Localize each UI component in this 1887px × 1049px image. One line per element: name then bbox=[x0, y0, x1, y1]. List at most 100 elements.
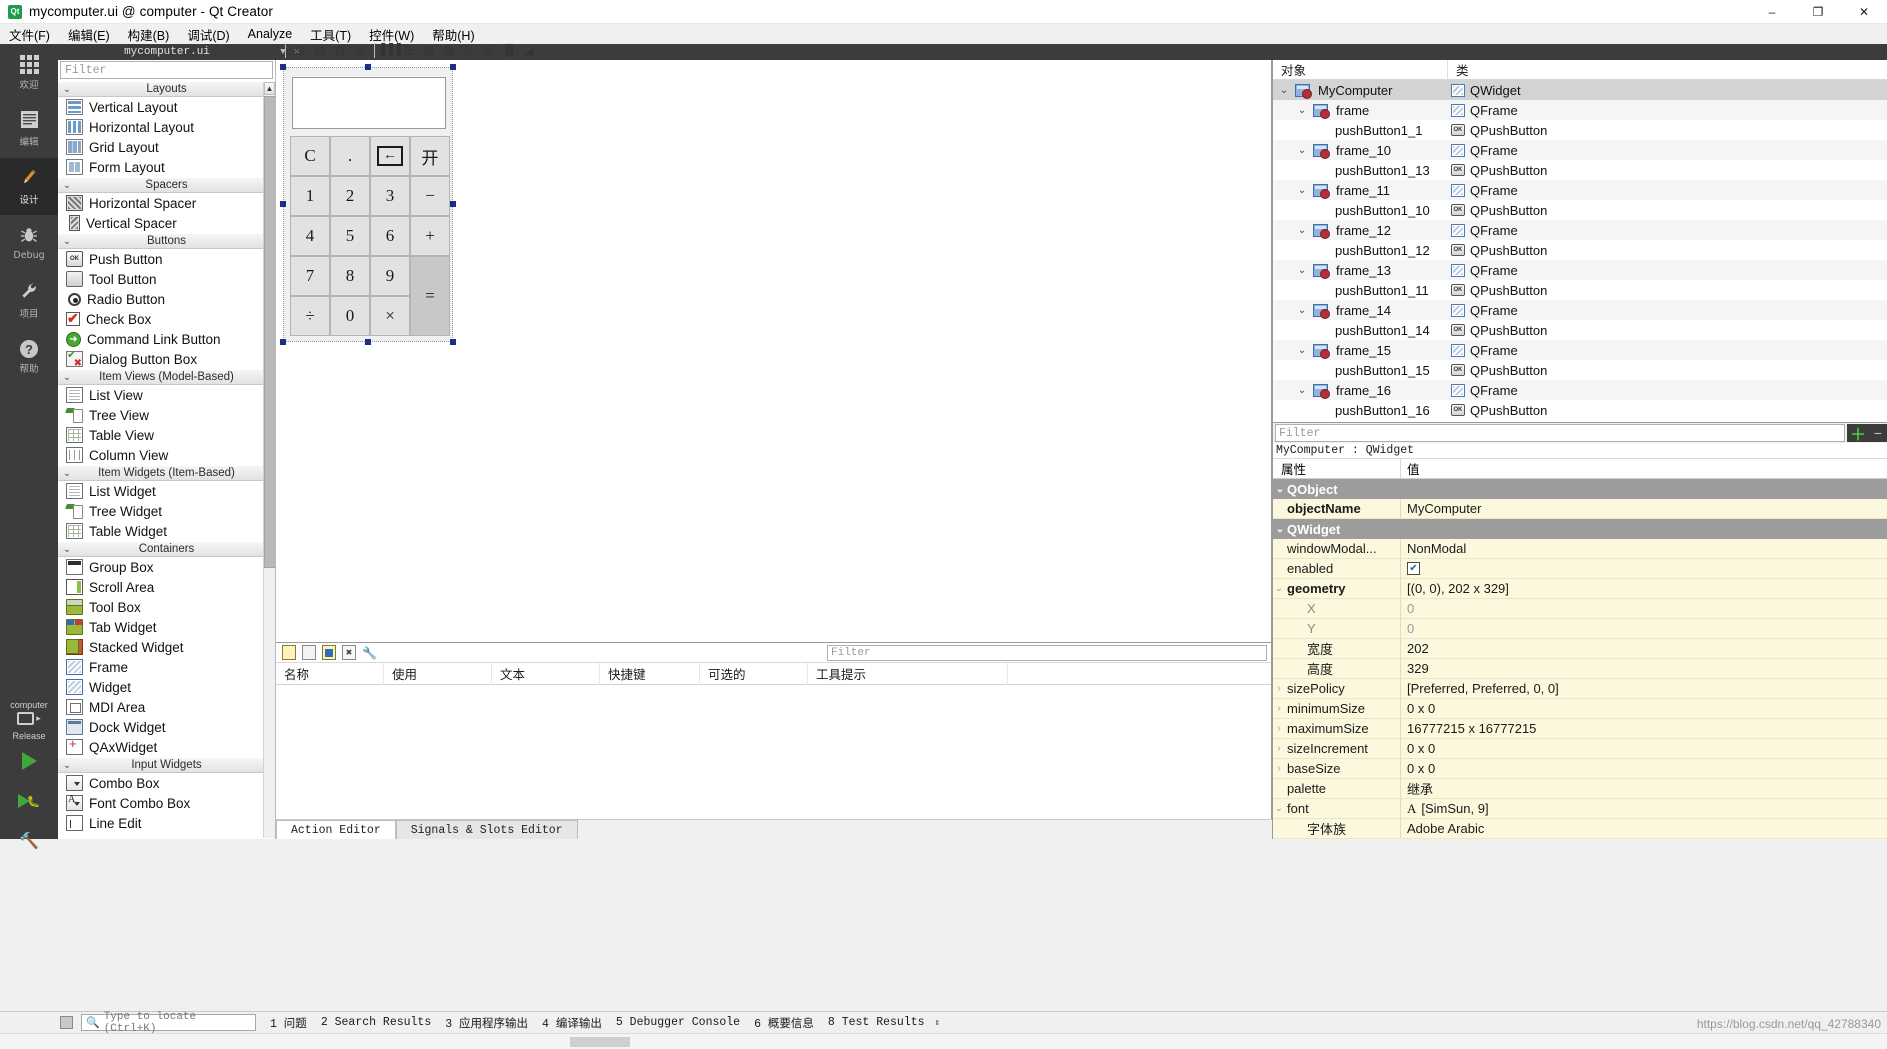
widget-item-qaxwidget[interactable]: QAxWidget bbox=[58, 736, 275, 757]
edit-buddies-icon[interactable]: ▧ bbox=[331, 41, 349, 59]
object-tree-row[interactable]: ⌄ frame_13 QFrame bbox=[1273, 260, 1887, 280]
chevron-down-icon[interactable]: ⌄ bbox=[1295, 345, 1309, 356]
widget-category-input-widgets[interactable]: ⌄ Input Widgets bbox=[58, 757, 275, 773]
property-group-qwidget[interactable]: ⌄ QWidget bbox=[1273, 519, 1887, 539]
selection-handle-br[interactable] bbox=[450, 339, 456, 345]
widgetbox-scrollbar[interactable]: ▲ bbox=[263, 82, 275, 838]
widget-item-line-edit[interactable]: Line Edit bbox=[58, 813, 275, 833]
widget-item-tab-widget[interactable]: Tab Widget bbox=[58, 617, 275, 637]
plus-button[interactable]: + bbox=[410, 216, 450, 256]
widget-item-list-view[interactable]: List View bbox=[58, 385, 275, 405]
chevron-right-icon[interactable]: › bbox=[1273, 703, 1285, 714]
status-output-item-3[interactable]: 4 编译输出 bbox=[542, 1015, 602, 1031]
widget-item-tool-button[interactable]: Tool Button bbox=[58, 269, 275, 289]
property-row[interactable]: › baseSize 0 x 0 bbox=[1273, 759, 1887, 779]
dot-button[interactable]: . bbox=[330, 136, 370, 176]
on-button[interactable]: 开 bbox=[410, 136, 450, 176]
object-tree-row[interactable]: ⌄ frame_14 QFrame bbox=[1273, 300, 1887, 320]
property-row[interactable]: objectName MyComputer bbox=[1273, 499, 1887, 519]
clear-button[interactable]: C bbox=[290, 136, 330, 176]
property-value-cell[interactable]: [Preferred, Preferred, 0, 0] bbox=[1401, 679, 1887, 699]
property-value-cell[interactable]: Adobe Arabic bbox=[1401, 819, 1887, 839]
menu-item-1[interactable]: 编辑(E) bbox=[59, 23, 119, 46]
action-column-header-0[interactable]: 名称 bbox=[276, 662, 384, 685]
property-value-cell[interactable]: 0 x 0 bbox=[1401, 739, 1887, 759]
output-pane-expand-icon[interactable]: ⇕ bbox=[935, 1018, 940, 1028]
object-tree-row[interactable]: ⌄ frame_11 QFrame bbox=[1273, 180, 1887, 200]
property-group-qobject[interactable]: ⌄ QObject bbox=[1273, 479, 1887, 499]
widget-item-list-widget[interactable]: List Widget bbox=[58, 481, 275, 501]
digit-2-button[interactable]: 2 bbox=[330, 176, 370, 216]
property-row[interactable]: enabled ✔ bbox=[1273, 559, 1887, 579]
layout-horizontal-icon[interactable]: ▐▐▐ bbox=[377, 41, 400, 59]
chevron-down-icon[interactable]: ⌄ bbox=[1273, 803, 1285, 814]
property-row[interactable]: Y0 bbox=[1273, 619, 1887, 639]
object-tree-row[interactable]: pushButton1_15 OK QPushButton bbox=[1273, 360, 1887, 380]
widget-category-containers[interactable]: ⌄ Containers bbox=[58, 541, 275, 557]
run-button[interactable] bbox=[0, 741, 58, 781]
close-button[interactable]: ✕ bbox=[1841, 0, 1887, 24]
property-row[interactable]: › sizePolicy [Preferred, Preferred, 0, 0] bbox=[1273, 679, 1887, 699]
object-tree-row[interactable]: ⌄ frame_10 QFrame bbox=[1273, 140, 1887, 160]
chevron-down-icon[interactable]: ⌄ bbox=[1295, 385, 1309, 396]
widget-item-column-view[interactable]: Column View bbox=[58, 445, 275, 465]
widget-item-dock-widget[interactable]: Dock Widget bbox=[58, 717, 275, 737]
widget-item-command-link-button[interactable]: ➜ Command Link Button bbox=[58, 329, 275, 349]
property-value-cell[interactable]: 0 bbox=[1401, 599, 1887, 619]
property-value-cell[interactable]: 16777215 x 16777215 bbox=[1401, 719, 1887, 739]
editor-filename[interactable]: mycomputer.ui bbox=[58, 46, 276, 58]
status-output-item-4[interactable]: 5 Debugger Console bbox=[616, 1016, 740, 1029]
layout-splitter-h-icon[interactable]: ▥ bbox=[420, 41, 438, 59]
widget-item-horizontal-spacer[interactable]: Horizontal Spacer bbox=[58, 193, 275, 213]
action-column-header-3[interactable]: 快捷键 bbox=[600, 662, 700, 685]
chevron-right-icon[interactable]: › bbox=[1273, 683, 1285, 694]
kit-row[interactable]: ▸ bbox=[0, 710, 58, 727]
scroll-thumb[interactable] bbox=[264, 96, 275, 568]
property-value-cell[interactable]: ✔ bbox=[1401, 559, 1887, 579]
widget-item-tool-box[interactable]: Tool Box bbox=[58, 597, 275, 617]
new-action-icon[interactable] bbox=[282, 645, 296, 660]
status-output-item-5[interactable]: 6 概要信息 bbox=[754, 1015, 814, 1031]
widget-item-vertical-spacer[interactable]: Vertical Spacer bbox=[58, 213, 275, 233]
property-value-cell[interactable]: A [SimSun, 9] bbox=[1401, 799, 1887, 819]
widget-item-push-button[interactable]: OK Push Button bbox=[58, 249, 275, 269]
chevron-right-icon[interactable]: › bbox=[1273, 763, 1285, 774]
action-settings-wrench-icon[interactable]: 🔧 bbox=[362, 646, 377, 660]
display-line-edit[interactable] bbox=[292, 77, 446, 129]
action-column-header-4[interactable]: 可选的 bbox=[700, 662, 808, 685]
object-tree-row[interactable]: pushButton1_12 OK QPushButton bbox=[1273, 240, 1887, 260]
property-row[interactable]: X0 bbox=[1273, 599, 1887, 619]
widget-item-form-layout[interactable]: Form Layout bbox=[58, 157, 275, 177]
scroll-up-icon[interactable]: ▲ bbox=[264, 82, 275, 95]
widget-item-widget[interactable]: Widget bbox=[58, 677, 275, 697]
action-column-header-1[interactable]: 使用 bbox=[384, 662, 492, 685]
selection-handle-bl[interactable] bbox=[280, 339, 286, 345]
menu-item-0[interactable]: 文件(F) bbox=[0, 23, 59, 46]
widget-item-check-box[interactable]: Check Box bbox=[58, 309, 275, 329]
edit-action-icon[interactable] bbox=[322, 645, 336, 660]
property-value-cell[interactable]: 0 x 0 bbox=[1401, 699, 1887, 719]
widget-item-tree-view[interactable]: Tree View bbox=[58, 405, 275, 425]
selection-handle-tc[interactable] bbox=[365, 64, 371, 70]
widget-category-layouts[interactable]: ⌄ Layouts bbox=[58, 81, 275, 97]
digit-7-button[interactable]: 7 bbox=[290, 256, 330, 296]
chevron-down-icon[interactable]: ⌄ bbox=[1295, 265, 1309, 276]
object-tree-row[interactable]: pushButton1_1 OK QPushButton bbox=[1273, 120, 1887, 140]
property-value-cell[interactable]: 329 bbox=[1401, 659, 1887, 679]
bottom-tab-action-editor[interactable]: Action Editor bbox=[276, 820, 396, 839]
property-row[interactable]: › maximumSize 16777215 x 16777215 bbox=[1273, 719, 1887, 739]
widget-item-tree-widget[interactable]: Tree Widget bbox=[58, 501, 275, 521]
widget-item-horizontal-layout[interactable]: Horizontal Layout bbox=[58, 117, 275, 137]
chevron-down-icon[interactable]: ⌄ bbox=[1295, 225, 1309, 236]
property-row[interactable]: 宽度 202 bbox=[1273, 639, 1887, 659]
digit-5-button[interactable]: 5 bbox=[330, 216, 370, 256]
add-property-button[interactable]: ＋ bbox=[1847, 424, 1869, 444]
digit-1-button[interactable]: 1 bbox=[290, 176, 330, 216]
multiply-button[interactable]: × bbox=[370, 296, 410, 336]
status-output-item-6[interactable]: 8 Test Results bbox=[828, 1016, 925, 1029]
property-value-cell[interactable]: MyComputer bbox=[1401, 499, 1887, 519]
minimize-button[interactable]: – bbox=[1749, 0, 1795, 24]
debug-button[interactable]: 🐛 bbox=[0, 781, 58, 821]
mode-design[interactable]: 设计 bbox=[0, 158, 58, 215]
widget-item-table-view[interactable]: Table View bbox=[58, 425, 275, 445]
